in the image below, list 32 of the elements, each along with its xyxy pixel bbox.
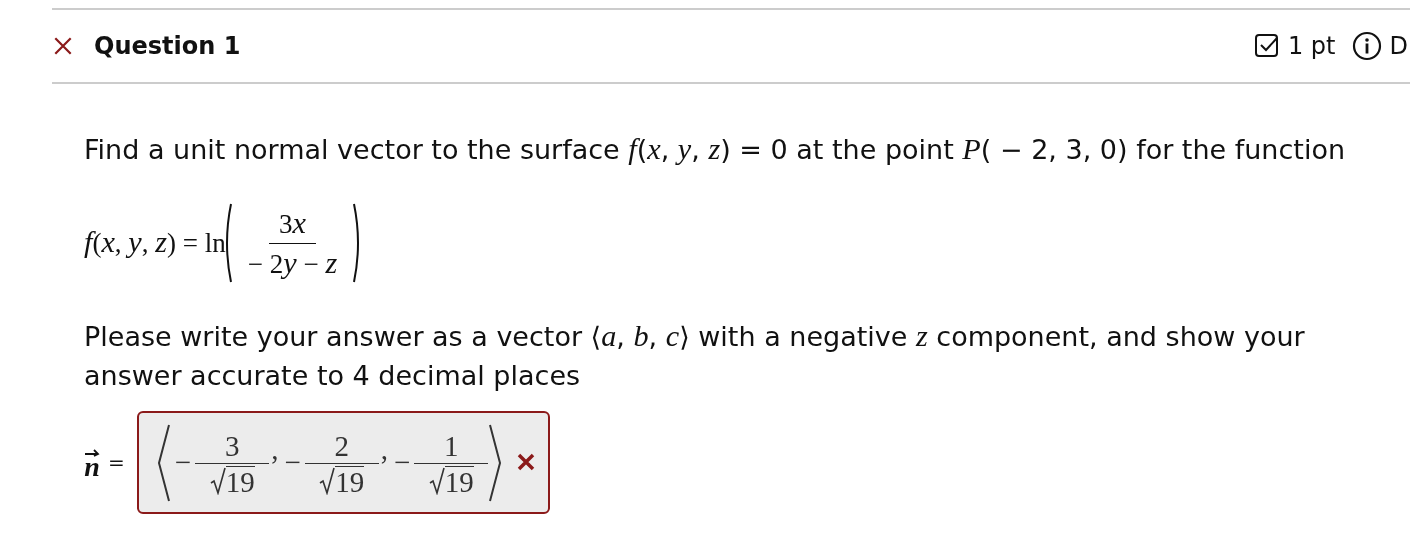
answer-field[interactable]: − 3 19 , − 2 19 , − 1 19 xyxy=(136,411,551,514)
points-label: 1 pt xyxy=(1287,32,1336,60)
square-root-icon xyxy=(428,466,445,495)
formula-lhs: f(x, y, z) = ln xyxy=(84,224,226,261)
radicand: 19 xyxy=(444,465,474,495)
minus-sign: − xyxy=(284,445,301,480)
comma: , xyxy=(380,432,388,467)
instructions-text: Please write your answer as a vector ⟨a, b, c⟩ with a negative z component, and show your answer accurate to 4 decimal places xyxy=(84,318,1306,393)
vector-variable: n xyxy=(84,456,100,477)
denominator: − 2y − z xyxy=(246,244,339,279)
radicand: 19 xyxy=(335,465,365,495)
left-parenthesis-icon xyxy=(225,203,232,283)
minus-sign: − xyxy=(394,445,411,480)
minus-sign: − xyxy=(174,445,192,480)
checkbox-icon xyxy=(1253,33,1280,59)
equals-sign: = xyxy=(108,449,125,476)
radicand: 19 xyxy=(225,465,255,495)
right-parenthesis-icon xyxy=(353,203,360,283)
numerator: 3 xyxy=(195,430,270,464)
vector-arrow-icon xyxy=(84,448,100,457)
numerator: 1 xyxy=(414,430,489,464)
numerator: 3x xyxy=(269,207,316,244)
question-title: Question 1 xyxy=(94,32,241,60)
details-link[interactable]: D xyxy=(1389,32,1408,60)
left-angle-bracket-icon xyxy=(156,422,171,503)
numerator: 2 xyxy=(304,430,379,464)
info-icon[interactable] xyxy=(1351,31,1382,61)
square-root-icon xyxy=(209,466,226,495)
square-root-icon xyxy=(319,466,336,495)
comma: , xyxy=(271,432,279,467)
right-angle-bracket-icon xyxy=(488,422,503,503)
question-text: Find a unit normal vector to the surface f(x, y, z) = 0 at the point P( − 2, 3, 0) for the function xyxy=(84,131,1347,168)
